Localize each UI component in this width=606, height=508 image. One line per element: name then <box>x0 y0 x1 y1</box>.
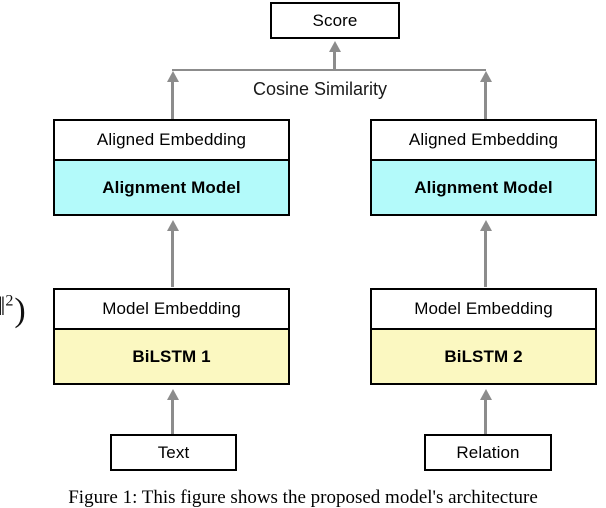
node-right-alignment: Aligned Embedding Alignment Model <box>370 119 597 216</box>
math-fragment: ‖2) <box>0 292 26 330</box>
figure-caption: Figure 1: This figure shows the proposed… <box>68 487 538 508</box>
arrowhead-right-encoder-to-alignment <box>480 220 492 231</box>
node-right-model-embedding-label: Model Embedding <box>372 290 595 330</box>
node-score-label: Score <box>312 10 358 30</box>
node-left-aligned-embedding-label: Aligned Embedding <box>55 121 288 161</box>
connector-right-to-cosine <box>484 82 487 119</box>
connector-text-to-bilstm1 <box>171 400 174 434</box>
node-relation-input-label: Relation <box>456 442 520 462</box>
connector-cosine-to-score <box>333 52 336 70</box>
cosine-similarity-label: Cosine Similarity <box>253 79 388 99</box>
node-right-alignment-model-label: Alignment Model <box>372 161 595 214</box>
node-relation-input: Relation <box>424 434 552 471</box>
node-right-encoder: Model Embedding BiLSTM 2 <box>370 288 597 385</box>
node-score: Score <box>270 2 400 39</box>
arrowhead-left-to-cosine <box>167 71 179 82</box>
node-left-alignment-model-label: Alignment Model <box>55 161 288 214</box>
node-text-input: Text <box>110 434 237 471</box>
node-text-input-label: Text <box>157 442 190 462</box>
node-left-model-embedding-label: Model Embedding <box>55 290 288 330</box>
math-closing-paren: ) <box>14 292 26 329</box>
arrowhead-right-to-cosine <box>480 71 492 82</box>
connector-cosine-bus <box>172 69 486 71</box>
connector-left-encoder-to-alignment <box>171 231 174 287</box>
math-exponent: 2 <box>5 292 14 310</box>
arrowhead-left-encoder-to-alignment <box>167 220 179 231</box>
arrowhead-relation-to-bilstm2 <box>480 389 492 400</box>
arrowhead-text-to-bilstm1 <box>167 389 179 400</box>
connector-right-encoder-to-alignment <box>484 231 487 287</box>
arrowhead-cosine-to-score <box>329 41 341 52</box>
connector-relation-to-bilstm2 <box>484 400 487 434</box>
architecture-diagram: Score Cosine Similarity Aligned Embeddin… <box>0 0 606 508</box>
connector-left-to-cosine <box>171 82 174 119</box>
node-left-bilstm-label: BiLSTM 1 <box>55 330 288 383</box>
node-left-alignment: Aligned Embedding Alignment Model <box>53 119 290 216</box>
node-left-encoder: Model Embedding BiLSTM 1 <box>53 288 290 385</box>
node-right-bilstm-label: BiLSTM 2 <box>372 330 595 383</box>
node-right-aligned-embedding-label: Aligned Embedding <box>372 121 595 161</box>
